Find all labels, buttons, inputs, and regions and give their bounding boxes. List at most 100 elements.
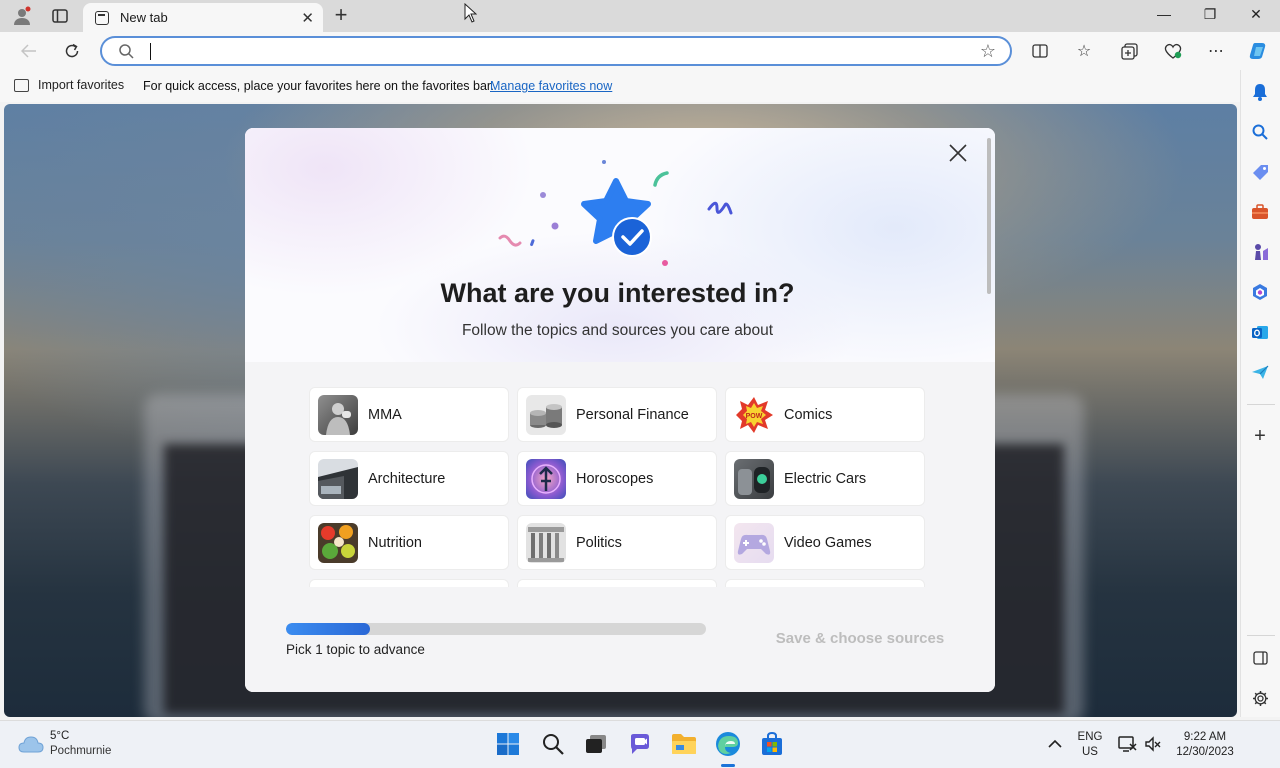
topic-label: Video Games [784,534,872,551]
topic-card-comics[interactable]: POW Comics [725,387,925,442]
active-app-indicator [721,764,735,767]
topic-card-video-games[interactable]: Video Games [725,515,925,570]
copilot-icon[interactable] [1247,40,1269,62]
topic-card-nutrition[interactable]: Nutrition [309,515,509,570]
task-view-icon[interactable] [583,731,609,757]
topic-card-electric-cars[interactable]: Electric Cars [725,451,925,506]
topic-card-architecture[interactable]: Architecture [309,451,509,506]
progress-hint: Pick 1 topic to advance [286,642,425,657]
browser-toolbar: ☆ ☆ ⋯ [0,32,1280,70]
topic-card-personal-finance[interactable]: Personal Finance [517,387,717,442]
topic-label: Electric Cars [784,470,867,487]
svg-text:POW: POW [746,413,763,420]
outlook-icon[interactable] [1250,322,1270,342]
add-sidebar-app-icon[interactable]: + [1250,425,1270,447]
volume-muted-icon[interactable] [1140,731,1166,757]
mma-thumb-icon [318,394,358,435]
weather-widget[interactable]: 5°C Pochmurnie [18,729,111,759]
tools-briefcase-icon[interactable] [1250,202,1270,222]
topic-card[interactable] [309,579,509,587]
windows-start-icon[interactable] [495,731,521,757]
hide-sidebar-icon[interactable] [1250,648,1270,668]
taskbar-search-icon[interactable] [540,731,566,757]
microsoft-365-icon[interactable] [1250,282,1270,302]
shopping-tag-icon[interactable] [1250,162,1270,182]
browser-essentials-icon[interactable] [1162,40,1184,62]
horoscopes-thumb-icon [526,458,566,499]
topic-label: Architecture [368,470,446,487]
teams-chat-icon[interactable] [627,731,653,757]
weather-condition: Pochmurnie [50,745,112,757]
close-dialog-icon[interactable] [947,142,969,164]
sidebar-divider [1247,635,1275,636]
edge-browser-icon[interactable] [715,731,741,757]
manage-favorites-link[interactable]: Manage favorites now [490,79,612,93]
network-monitor-icon[interactable] [1114,731,1140,757]
favorites-bar-message: For quick access, place your favorites h… [143,79,494,93]
restore-button[interactable]: ❐ [1187,6,1233,23]
save-and-choose-sources-button[interactable]: Save & choose sources [770,630,950,647]
microsoft-store-icon[interactable] [759,731,785,757]
favorites-icon[interactable]: ☆ [1073,40,1095,62]
import-icon [14,78,29,92]
collections-icon[interactable] [1118,40,1140,62]
close-tab-icon[interactable]: ✕ [301,9,314,27]
sidebar-divider [1247,404,1275,405]
language-indicator[interactable]: ENG US [1074,730,1106,760]
new-tab-button[interactable]: + [330,4,352,28]
finance-thumb-icon [526,394,566,435]
notifications-bell-icon[interactable] [1250,82,1270,102]
text-caret [150,43,151,60]
close-window-button[interactable]: ✕ [1233,6,1279,23]
games-chess-icon[interactable] [1250,242,1270,262]
video-games-thumb-icon [734,522,774,563]
show-hidden-icons-chevron-up-icon[interactable] [1042,731,1068,757]
topic-label: Politics [576,534,622,551]
title-bar: New tab ✕ + — ❐ ✕ [0,0,1280,32]
file-explorer-icon[interactable] [671,731,697,757]
politics-thumb-icon [526,522,566,563]
address-input[interactable] [154,40,954,62]
progress-fill [286,623,370,635]
profile-icon[interactable] [11,5,33,27]
new-tab-page-icon [95,10,109,25]
architecture-thumb-icon [318,458,358,499]
search-icon[interactable] [1250,122,1270,142]
edge-sidebar: + [1240,70,1280,717]
favorites-bar: Import favorites For quick access, place… [0,70,1240,102]
selection-progress-bar [286,623,706,635]
language-code: ENG [1077,731,1103,743]
more-options-icon[interactable]: ⋯ [1205,40,1227,62]
topic-card-politics[interactable]: Politics [517,515,717,570]
cloud-icon [18,736,44,753]
tab-actions-icon[interactable] [49,5,71,27]
comics-thumb-icon: POW [734,394,774,435]
send-drop-icon[interactable] [1250,362,1270,382]
refresh-button[interactable] [61,40,83,62]
nutrition-thumb-icon [318,522,358,563]
clock-time: 9:22 AM [1183,731,1227,743]
topic-card-mma[interactable]: MMA [309,387,509,442]
minimize-button[interactable]: — [1141,6,1187,22]
weather-temperature: 5°C [50,730,70,742]
tab-new-tab[interactable]: New tab ✕ [83,3,323,32]
dialog-title: What are you interested in? [440,278,795,308]
back-button[interactable] [18,40,40,62]
topic-label: Nutrition [368,534,422,551]
split-screen-icon[interactable] [1029,40,1051,62]
dialog-hero: What are you interested in? Follow the t… [245,128,995,362]
topic-card[interactable] [725,579,925,587]
topic-card[interactable] [517,579,717,587]
dialog-scrollbar[interactable] [987,138,991,294]
address-bar[interactable]: ☆ [100,36,1012,66]
import-favorites-button[interactable]: Import favorites [14,78,124,92]
topics-grid: MMA Personal Finance POW Comics Architec… [309,387,929,587]
mouse-cursor-icon [459,2,481,24]
sidebar-settings-gear-icon[interactable] [1250,688,1270,708]
topic-card-horoscopes[interactable]: Horoscopes [517,451,717,506]
tab-title: New tab [120,10,168,25]
add-favorite-star-icon[interactable]: ☆ [980,41,996,62]
clock[interactable]: 9:22 AM 12/30/2023 [1172,730,1238,760]
clock-date: 12/30/2023 [1176,746,1234,758]
topic-label: Personal Finance [576,406,689,423]
